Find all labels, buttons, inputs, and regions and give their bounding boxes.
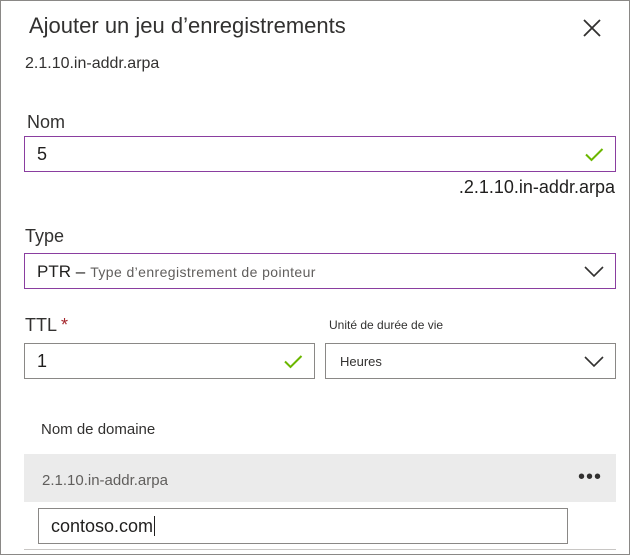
- type-value: PTR –: [37, 261, 86, 281]
- ttl-unit-dropdown[interactable]: Heures: [325, 343, 616, 379]
- name-label: Nom: [27, 112, 66, 132]
- chevron-down-icon: [584, 356, 604, 368]
- domain-name-input-value: contoso.com: [51, 515, 154, 536]
- close-icon[interactable]: [579, 15, 605, 41]
- ttl-unit-value: Heures: [340, 353, 382, 369]
- chevron-down-icon: [584, 266, 604, 278]
- ttl-label: TTL *: [25, 315, 68, 336]
- type-dropdown-value: PTR – Type d’enregistrement de pointeur: [25, 261, 583, 282]
- domain-name-input[interactable]: contoso.com: [38, 508, 568, 544]
- add-record-set-panel: Ajouter un jeu d’enregistrements 2.1.10.…: [0, 0, 630, 555]
- divider: [24, 549, 616, 550]
- more-options-icon[interactable]: •••: [578, 466, 602, 489]
- type-dropdown[interactable]: PTR – Type d’enregistrement de pointeur: [24, 253, 616, 289]
- checkmark-icon: [585, 148, 604, 162]
- zone-subtitle: 2.1.10.in-addr.arpa: [25, 55, 160, 72]
- checkmark-icon: [284, 355, 303, 369]
- required-marker: *: [61, 315, 69, 335]
- ttl-input[interactable]: 1: [24, 343, 315, 379]
- panel-title: Ajouter un jeu d’enregistrements: [29, 13, 346, 38]
- ttl-unit-label: Unité de durée de vie: [329, 318, 444, 332]
- ttl-input-value: 1: [37, 350, 48, 371]
- name-input-value: 5: [37, 143, 48, 164]
- domain-zone: 2.1.10.in-addr.arpa: [42, 472, 168, 489]
- type-label: Type: [25, 226, 65, 246]
- ttl-label-text: TTL: [25, 315, 58, 335]
- domain-row: 2.1.10.in-addr.arpa •••: [24, 454, 616, 502]
- name-suffix: .2.1.10.in-addr.arpa: [458, 177, 615, 197]
- type-description: Type d’enregistrement de pointeur: [90, 263, 316, 280]
- text-cursor: [154, 516, 156, 536]
- domain-name-header: Nom de domaine: [41, 421, 156, 438]
- name-input[interactable]: 5: [24, 136, 616, 172]
